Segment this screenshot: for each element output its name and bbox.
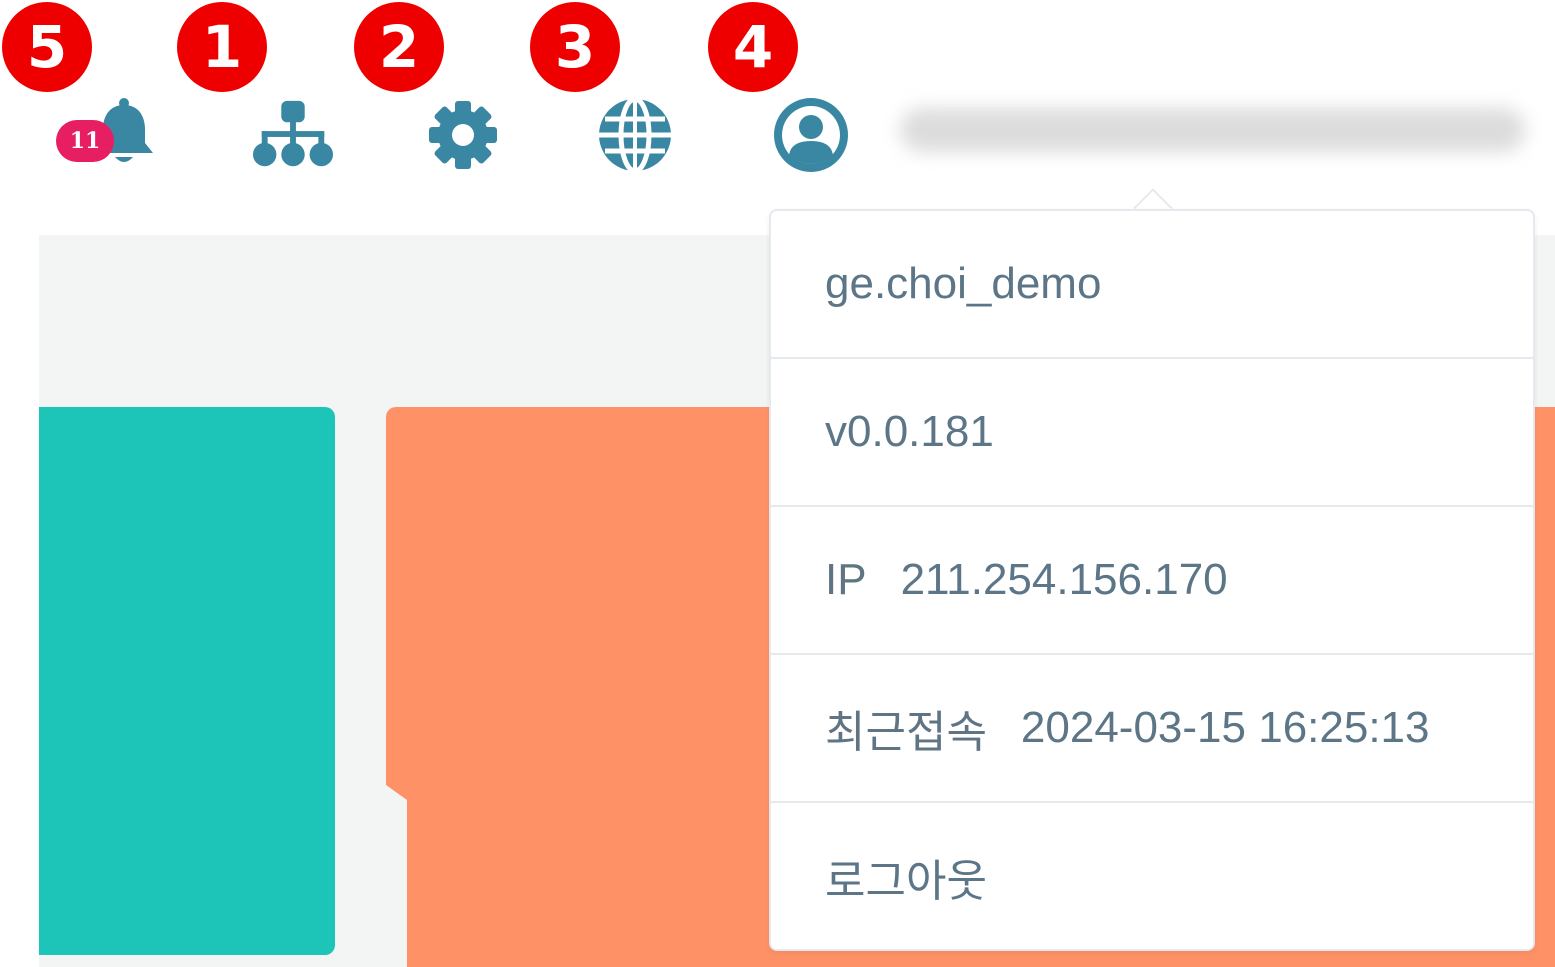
settings-button[interactable]: [422, 95, 504, 175]
language-button[interactable]: [594, 95, 676, 175]
summary-card-teal: [39, 407, 335, 955]
logout-label: 로그아웃: [825, 857, 987, 906]
notification-count-badge: 11: [56, 120, 114, 162]
menu-ip: IP 211.254.156.170: [771, 507, 1533, 655]
menu-last-login: 최근접속 2024-03-15 16:25:13: [771, 655, 1533, 803]
user-dropdown-menu: ge.choi_demo v0.0.181 IP 211.254.156.170…: [769, 209, 1535, 951]
marker-2: 2: [354, 2, 444, 92]
marker-4: 4: [708, 2, 798, 92]
organization-button[interactable]: [252, 95, 334, 175]
user-circle-icon: [774, 98, 848, 172]
ip-value: 211.254.156.170: [900, 555, 1228, 604]
marker-5: 5: [2, 2, 92, 92]
sitemap-icon: [252, 100, 334, 167]
menu-username: ge.choi_demo: [771, 211, 1533, 359]
marker-1: 1: [177, 2, 267, 92]
ip-label: IP: [825, 555, 867, 604]
user-menu-button[interactable]: [770, 95, 852, 175]
gear-icon: [429, 101, 497, 169]
marker-3: 3: [530, 2, 620, 92]
menu-version: v0.0.181: [771, 359, 1533, 507]
last-login-value: 2024-03-15 16:25:13: [1020, 703, 1430, 752]
last-login-label: 최근접속: [825, 708, 987, 757]
globe-icon: [599, 96, 671, 174]
version-text: v0.0.181: [825, 407, 994, 456]
username-text: ge.choi_demo: [825, 259, 1102, 308]
blurred-user-name: [900, 108, 1525, 152]
logout-button[interactable]: 로그아웃: [771, 803, 1533, 951]
